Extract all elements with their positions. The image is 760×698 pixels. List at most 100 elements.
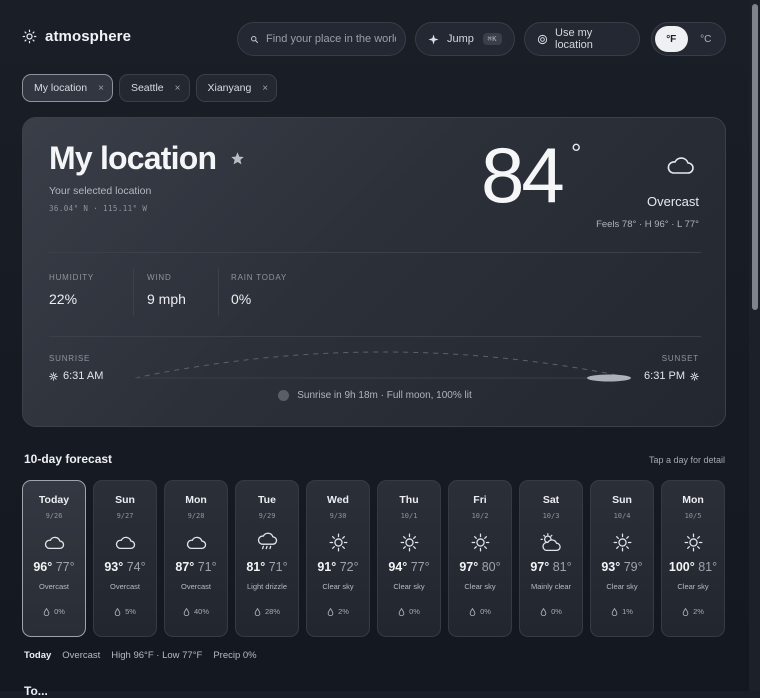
brand[interactable]: atmosphere (22, 28, 131, 45)
day-condition: Clear sky (464, 582, 496, 591)
search-input[interactable] (266, 33, 396, 45)
sun-icon (22, 29, 37, 44)
day-temps: 91° 72° (317, 560, 358, 574)
next-section-title: To... (24, 684, 48, 698)
forecast-day[interactable]: Mon 10/5 100° 81° Clear sky 2% (661, 480, 725, 637)
day-low: 71° (268, 560, 288, 574)
day-high: 93° (601, 560, 621, 574)
feels-like: Feels 78° · H 96° · L 77° (596, 219, 699, 230)
day-low: 81° (552, 560, 572, 574)
day-high: 93° (104, 560, 124, 574)
chip-xianyang[interactable]: Xianyang × (195, 74, 278, 102)
sunrise-block: SUNRISE 6:31 AM (49, 354, 103, 382)
forecast-day[interactable]: Fri 10/2 97° 80° Clear sky 0% (448, 480, 512, 637)
jump-button[interactable]: Jump ⌘K (415, 22, 515, 56)
brand-name: atmosphere (45, 28, 132, 45)
unit-celsius[interactable]: °C (690, 26, 723, 52)
current-condition: Overcast (646, 194, 699, 209)
day-temps: 97° 81° (530, 560, 571, 574)
search-box[interactable] (237, 22, 406, 56)
day-high: 97° (530, 560, 550, 574)
forecast-days: Today 9/26 96° 77° Overcast 0% Sun 9/27 93° 74°… (22, 480, 725, 637)
close-icon[interactable]: × (262, 83, 268, 94)
day-low: 72° (339, 560, 359, 574)
day-condition: Clear sky (677, 582, 709, 591)
use-my-location-button[interactable]: Use my location (524, 22, 640, 56)
day-precip-value: 1% (622, 607, 633, 616)
day-temps: 100° 81° (669, 560, 717, 574)
day-name: Today (38, 494, 70, 506)
day-high: 94° (388, 560, 408, 574)
day-date: 10/1 (400, 512, 418, 520)
day-precip: 0% (540, 607, 562, 616)
forecast-day[interactable]: Thu 10/1 94° 77° Clear sky 0% (377, 480, 441, 637)
raindrop-icon (254, 607, 261, 616)
forecast-day[interactable]: Mon 9/28 87° 71° Overcast 40% (164, 480, 228, 637)
day-date: 10/2 (471, 512, 489, 520)
sun-icon (613, 531, 632, 553)
day-condition: Mainly clear (530, 582, 571, 591)
star-icon[interactable] (230, 151, 245, 166)
search-icon (250, 35, 259, 44)
close-icon[interactable]: × (98, 83, 104, 94)
unit-toggle[interactable]: °F °C (651, 22, 726, 56)
forecast-day[interactable]: Sat 10/3 97° 81° Mainly clear 0% (519, 480, 583, 637)
location-subtitle: Your selected location (49, 185, 152, 197)
sun-icon (690, 371, 699, 381)
stat-value: 0% (231, 291, 252, 307)
sun-icon (400, 531, 419, 553)
summary-hilo: High 96°F · Low 77°F (111, 650, 203, 661)
day-name: Sun (115, 494, 135, 506)
jump-label: Jump (447, 33, 474, 45)
chip-my-location[interactable]: My location × (22, 74, 113, 102)
day-name: Fri (473, 494, 487, 506)
day-name: Mon (682, 494, 704, 506)
day-date: 10/4 (613, 512, 631, 520)
day-date: 10/5 (684, 512, 702, 520)
day-condition: Overcast (38, 582, 69, 591)
unit-fahrenheit[interactable]: °F (655, 26, 688, 52)
day-temps: 87° 71° (175, 560, 216, 574)
stat-separator (218, 268, 219, 316)
chip-seattle[interactable]: Seattle × (118, 74, 190, 102)
sun-arc (134, 351, 632, 382)
jump-shortcut: ⌘K (482, 33, 502, 45)
raindrop-icon (327, 607, 334, 616)
day-high: 100° (668, 560, 695, 574)
use-my-location-label: Use my location (555, 27, 593, 51)
day-date: 9/26 (45, 512, 63, 520)
forecast-title: 10-day forecast (24, 452, 113, 466)
cloud-icon (43, 531, 65, 553)
stat-separator (133, 268, 134, 316)
current-temp: 84 (481, 131, 565, 219)
forecast-day[interactable]: Wed 9/30 91° 72° Clear sky 2% (306, 480, 370, 637)
forecast-day[interactable]: Sun 10/4 93° 79° Clear sky 1% (590, 480, 654, 637)
day-temps: 93° 79° (601, 560, 642, 574)
day-precip-value: 0% (551, 607, 562, 616)
day-condition: Overcast (109, 582, 140, 591)
stat-rain: Rain today 0% (231, 273, 315, 307)
sun-icon (471, 531, 490, 553)
sunrise-time: 6:31 AM (63, 370, 104, 382)
sunrise-row: 6:31 AM (49, 370, 103, 382)
day-name: Sat (542, 494, 560, 506)
day-name: Tue (258, 494, 276, 506)
day-precip-value: 28% (264, 607, 280, 616)
day-low: 79° (623, 560, 643, 574)
location-chips: My location × Seattle × Xianyang × (22, 74, 278, 102)
location-title: My location (49, 140, 217, 176)
close-icon[interactable]: × (175, 83, 181, 94)
day-precip-value: 2% (693, 607, 704, 616)
scrollbar-thumb[interactable] (752, 4, 758, 310)
drizzle-icon (256, 531, 278, 553)
forecast-day[interactable]: Today 9/26 96° 77° Overcast 0% (22, 480, 86, 637)
day-condition: Overcast (180, 582, 211, 591)
day-name: Mon (185, 494, 207, 506)
day-temps: 97° 80° (459, 560, 500, 574)
summary-precip: Precip 0% (213, 650, 257, 661)
day-temps: 81° 71° (246, 560, 287, 574)
forecast-day[interactable]: Sun 9/27 93° 74° Overcast 5% (93, 480, 157, 637)
sun-icon (49, 371, 58, 381)
forecast-day[interactable]: Tue 9/29 81° 71° Light drizzle 28% (235, 480, 299, 637)
moon-text: Sunrise in 9h 18m · Full moon, 100% lit (297, 390, 472, 401)
